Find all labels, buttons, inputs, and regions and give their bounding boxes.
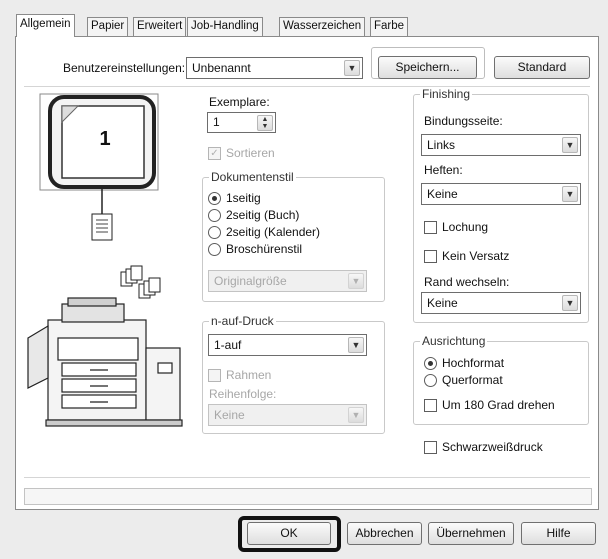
n-up-value: 1-auf: [214, 338, 242, 352]
binding-value: Links: [427, 138, 456, 152]
orientation-title: Ausrichtung: [420, 334, 488, 348]
rotate-checkbox[interactable]: [424, 399, 437, 412]
chevron-down-icon: ▼: [562, 137, 578, 153]
bottom-divider: [24, 477, 590, 478]
margin-shift-label: Rand wechseln:: [424, 275, 510, 289]
binding-select[interactable]: Links ▼: [421, 134, 581, 156]
binding-label: Bindungsseite:: [424, 114, 503, 128]
preview-area: 1: [18, 88, 193, 443]
order-label: Reihenfolge:: [209, 387, 277, 401]
tab-erweitert[interactable]: Erweitert: [133, 17, 187, 36]
radio-landscape[interactable]: [424, 374, 437, 387]
staple-label: Heften:: [424, 163, 463, 177]
collate-checkbox[interactable]: ✓: [208, 147, 221, 160]
staple-select[interactable]: Keine ▼: [421, 183, 581, 205]
radio-2seitig-buch-label: 2seitig (Buch): [226, 208, 300, 222]
user-settings-select[interactable]: Unbenannt ▼: [186, 57, 363, 79]
tab-wasserzeichen[interactable]: Wasserzeichen: [279, 17, 366, 36]
offset-label: Kein Versatz: [442, 249, 510, 263]
punch-label: Lochung: [442, 220, 489, 234]
preview-page-number: 1: [99, 128, 111, 150]
chevron-down-icon: ▼: [348, 337, 364, 353]
copies-spinner[interactable]: 1 ▲ ▼: [207, 112, 276, 133]
document-style-title: Dokumentenstil: [209, 170, 296, 184]
chevron-down-icon: ▼: [348, 407, 364, 423]
radio-portrait[interactable]: [424, 357, 437, 370]
radio-2seitig-buch[interactable]: [208, 209, 221, 222]
radio-broschuerenstil[interactable]: [208, 243, 221, 256]
settings-panel: Benutzereinstellungen: Unbenannt ▼ Speic…: [15, 36, 599, 510]
n-up-select[interactable]: 1-auf ▼: [208, 334, 367, 356]
order-value: Keine: [214, 408, 245, 422]
copies-value: 1: [213, 115, 220, 129]
border-label: Rahmen: [226, 368, 272, 382]
cancel-button[interactable]: Abbrechen: [347, 522, 422, 545]
help-button[interactable]: Hilfe: [521, 522, 596, 545]
punch-checkbox[interactable]: [424, 221, 437, 234]
n-up-title: n-auf-Druck: [209, 314, 276, 328]
chevron-down-icon: ▼: [344, 60, 360, 76]
radio-2seitig-kalender[interactable]: [208, 226, 221, 239]
default-button[interactable]: Standard: [494, 56, 590, 79]
status-bar: [24, 488, 592, 505]
copies-label: Exemplare:: [209, 95, 270, 109]
tab-allgemein[interactable]: Allgemein: [16, 14, 75, 37]
spinner-updown-icon[interactable]: ▲ ▼: [257, 115, 273, 131]
staple-value: Keine: [427, 187, 458, 201]
ok-button[interactable]: OK: [247, 522, 331, 545]
tab-farbe[interactable]: Farbe: [370, 17, 409, 36]
top-divider: [24, 86, 590, 87]
portrait-label: Hochformat: [442, 356, 505, 370]
booklet-size-value: Originalgröße: [214, 274, 287, 288]
chevron-down-icon: ▼: [562, 186, 578, 202]
landscape-label: Querformat: [442, 373, 503, 387]
bw-label: Schwarzweißdruck: [442, 440, 543, 454]
tab-papier[interactable]: Papier: [87, 17, 129, 36]
chevron-down-icon: ▼: [562, 295, 578, 311]
chevron-down-icon: ▼: [348, 273, 364, 289]
margin-shift-value: Keine: [427, 296, 458, 310]
finishing-title: Finishing: [420, 87, 473, 101]
tab-job-handling[interactable]: Job-Handling: [187, 17, 263, 36]
save-button[interactable]: Speichern...: [378, 56, 477, 79]
margin-shift-select[interactable]: Keine ▼: [421, 292, 581, 314]
offset-checkbox[interactable]: [424, 250, 437, 263]
collate-label: Sortieren: [226, 146, 275, 160]
radio-2seitig-kalender-label: 2seitig (Kalender): [226, 225, 321, 239]
radio-broschuerenstil-label: Broschürenstil: [226, 242, 303, 256]
radio-1seitig[interactable]: [208, 192, 221, 205]
booklet-size-select[interactable]: Originalgröße ▼: [208, 270, 367, 292]
order-select[interactable]: Keine ▼: [208, 404, 367, 426]
apply-button[interactable]: Übernehmen: [428, 522, 514, 545]
radio-1seitig-label: 1seitig: [226, 191, 261, 205]
user-settings-value: Unbenannt: [192, 61, 251, 75]
user-settings-label: Benutzereinstellungen:: [63, 61, 186, 75]
border-checkbox[interactable]: [208, 369, 221, 382]
rotate-label: Um 180 Grad drehen: [442, 398, 555, 412]
bw-checkbox[interactable]: [424, 441, 437, 454]
